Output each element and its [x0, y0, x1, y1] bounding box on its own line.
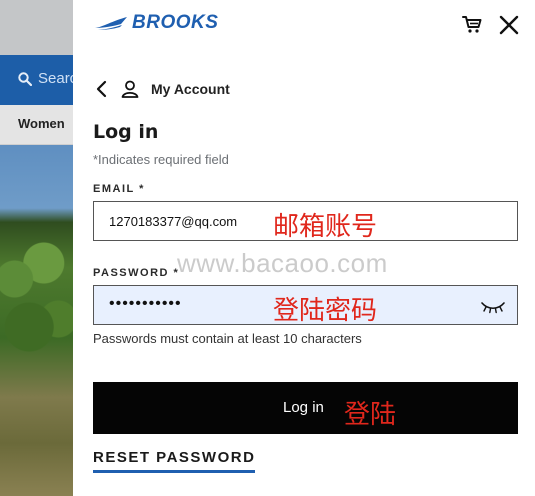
brooks-swoosh-icon [95, 17, 127, 30]
brand-name: BROOKS [132, 12, 219, 33]
background-nav: Women [0, 105, 73, 145]
background-page: Searc Women [0, 0, 73, 496]
email-label: EMAIL * [93, 183, 145, 195]
background-header [0, 0, 73, 55]
login-button-label: Log in [283, 399, 324, 416]
reset-password-link[interactable]: RESET PASSWORD [93, 449, 256, 473]
search-icon [18, 72, 33, 90]
page-title: Log in [93, 121, 159, 143]
account-label: My Account [151, 81, 230, 97]
background-trees [0, 215, 73, 375]
login-panel: BROOKS My Account Log in *Indicates requ… [73, 0, 535, 496]
close-icon[interactable] [497, 13, 521, 37]
password-label: PASSWORD * [93, 267, 180, 279]
email-annotation: 邮箱账号 [273, 212, 378, 242]
password-annotation: 登陆密码 [273, 296, 378, 326]
background-search-placeholder: Searc [38, 70, 73, 87]
background-nav-item-women: Women [18, 116, 65, 131]
password-value: ••••••••••• [109, 295, 182, 312]
chevron-left-icon[interactable] [95, 79, 109, 99]
cart-icon[interactable] [461, 13, 483, 35]
login-button-annotation: 登陆 [344, 400, 397, 430]
user-icon [121, 80, 139, 98]
required-field-note: *Indicates required field [93, 152, 229, 167]
login-button[interactable]: Log in 登陆 [93, 382, 518, 434]
email-field[interactable]: 1270183377@qq.com 邮箱账号 [93, 201, 518, 242]
password-requirement-hint: Passwords must contain at least 10 chara… [93, 331, 362, 346]
background-photo [0, 145, 73, 496]
brand-logo[interactable]: BROOKS [94, 12, 218, 34]
password-field[interactable]: ••••••••••• 登陆密码 [93, 285, 518, 326]
watermark: www.bacaoo.com [177, 248, 388, 278]
background-search-bar: Searc [0, 55, 73, 105]
account-breadcrumb: My Account [95, 78, 230, 100]
email-value: 1270183377@qq.com [109, 214, 238, 229]
eye-closed-icon[interactable] [480, 298, 506, 314]
